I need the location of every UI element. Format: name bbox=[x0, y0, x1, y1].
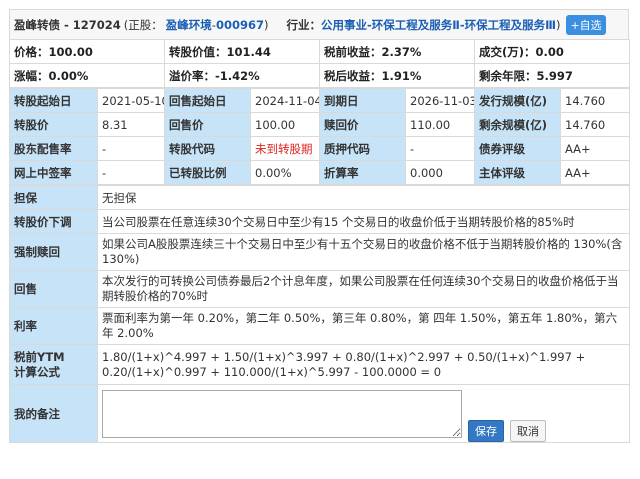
info-value: AA+ bbox=[560, 136, 630, 161]
memo-cell: 保存 取消 bbox=[97, 384, 630, 443]
memo-row: 我的备注 保存 取消 bbox=[9, 384, 630, 443]
cancel-button[interactable]: 取消 bbox=[510, 419, 546, 442]
info-label: 剩余规模(亿) bbox=[474, 112, 561, 137]
industry-suffix: ) bbox=[555, 17, 561, 32]
info-label: 质押代码 bbox=[319, 136, 406, 161]
info-label: 发行规模(亿) bbox=[474, 88, 561, 113]
putback-value: 本次发行的可转换公司债券最后2个计息年度，如果公司股票在任何连续30个交易日的收… bbox=[97, 270, 630, 308]
info-value: 2026-11-03 bbox=[405, 88, 475, 113]
info-label: 转股价 bbox=[9, 112, 98, 137]
guarantee-value: 无担保 bbox=[97, 185, 630, 210]
ytm-label-line2: 计算公式 bbox=[14, 364, 60, 379]
info-row: 转股价 8.31 回售价 100.00 赎回价 110.00 剩余规模(亿) 1… bbox=[9, 112, 630, 137]
rate-row: 利率 票面利率为第一年 0.20%，第二年 0.50%，第三年 0.80%，第 … bbox=[9, 307, 630, 345]
redeem-label: 强制赎回 bbox=[9, 233, 98, 271]
info-label: 转股代码 bbox=[164, 136, 251, 161]
add-watchlist-button[interactable]: +自选 bbox=[566, 14, 606, 35]
quote-row: 涨幅：0.00% 溢价率：-1.42% 税后收益：1.91% 剩余年限：5.99… bbox=[9, 63, 630, 88]
info-label: 已转股比例 bbox=[164, 160, 251, 185]
memo-label: 我的备注 bbox=[9, 384, 98, 443]
save-button[interactable]: 保存 bbox=[468, 419, 504, 442]
quote-table: 价格：100.00 转股价值：101.44 税前收益：2.37% 成交(万)：0… bbox=[9, 39, 630, 88]
memo-controls: 保存 取消 bbox=[102, 386, 625, 442]
putback-row: 回售 本次发行的可转换公司债券最后2个计息年度，如果公司股票在任何连续30个交易… bbox=[9, 270, 630, 308]
info-value: 100.00 bbox=[250, 112, 320, 137]
info-label: 转股起始日 bbox=[9, 88, 98, 113]
quote-row: 价格：100.00 转股价值：101.44 税前收益：2.37% 成交(万)：0… bbox=[9, 39, 630, 64]
rate-value: 票面利率为第一年 0.20%，第二年 0.50%，第三年 0.80%，第 四年 … bbox=[97, 307, 630, 345]
guarantee-label: 担保 bbox=[9, 185, 98, 210]
info-label: 回售起始日 bbox=[164, 88, 251, 113]
info-value: 110.00 bbox=[405, 112, 475, 137]
info-value: - bbox=[97, 136, 165, 161]
info-label: 到期日 bbox=[319, 88, 406, 113]
info-label: 主体评级 bbox=[474, 160, 561, 185]
guarantee-row: 担保 无担保 bbox=[9, 185, 630, 210]
price-down-value: 当公司股票在任意连续30个交易日中至少有15 个交易日的收盘价低于当期转股价格的… bbox=[97, 209, 630, 234]
info-value: 2021-05-10 bbox=[97, 88, 165, 113]
info-value: AA+ bbox=[560, 160, 630, 185]
aftertax-yield-cell: 税后收益：1.91% bbox=[319, 63, 475, 88]
info-label: 赎回价 bbox=[319, 112, 406, 137]
stock-prefix: (正股： bbox=[123, 17, 163, 32]
info-value: 0.00% bbox=[250, 160, 320, 185]
memo-textarea[interactable] bbox=[102, 389, 462, 438]
info-table: 转股起始日 2021-05-10 回售起始日 2024-11-04 到期日 20… bbox=[9, 88, 630, 185]
info-row: 转股起始日 2021-05-10 回售起始日 2024-11-04 到期日 20… bbox=[9, 88, 630, 113]
rate-label: 利率 bbox=[9, 307, 98, 345]
ytm-formula: 1.80/(1+x)^4.997 + 1.50/(1+x)^3.997 + 0.… bbox=[97, 344, 630, 385]
industry-label: 行业： bbox=[286, 17, 321, 32]
pretax-yield-cell: 税前收益：2.37% bbox=[319, 39, 475, 64]
ytm-row: 税前YTM 计算公式 1.80/(1+x)^4.997 + 1.50/(1+x)… bbox=[9, 344, 630, 385]
change-cell: 涨幅：0.00% bbox=[9, 63, 165, 88]
conversion-code-status: 未到转股期 bbox=[250, 136, 320, 161]
info-value: - bbox=[97, 160, 165, 185]
price-down-label: 转股价下调 bbox=[9, 209, 98, 234]
info-label: 股东配售率 bbox=[9, 136, 98, 161]
remaining-years-cell: 剩余年限：5.997 bbox=[474, 63, 630, 88]
putback-label: 回售 bbox=[9, 270, 98, 308]
conversion-value-cell: 转股价值：101.44 bbox=[164, 39, 320, 64]
info-value: 14.760 bbox=[560, 112, 630, 137]
info-value: - bbox=[405, 136, 475, 161]
info-value: 14.760 bbox=[560, 88, 630, 113]
bond-detail-panel: 盈峰转债 - 127024 (正股： 盈峰环境 - 000967 ) 行业： 公… bbox=[9, 9, 630, 443]
industry-link[interactable]: 公用事业-环保工程及服务Ⅱ-环保工程及服务Ⅲ bbox=[321, 17, 556, 33]
info-label: 折算率 bbox=[319, 160, 406, 185]
terms-table: 担保 无担保 转股价下调 当公司股票在任意连续30个交易日中至少有15 个交易日… bbox=[9, 185, 630, 443]
stock-suffix: ) bbox=[263, 17, 269, 32]
info-row: 网上中签率 - 已转股比例 0.00% 折算率 0.000 主体评级 AA+ bbox=[9, 160, 630, 185]
info-value: 0.000 bbox=[405, 160, 475, 185]
info-label: 债券评级 bbox=[474, 136, 561, 161]
info-row: 股东配售率 - 转股代码 未到转股期 质押代码 - 债券评级 AA+ bbox=[9, 136, 630, 161]
stock-code-link[interactable]: 000967 bbox=[216, 18, 264, 32]
bond-name: 盈峰转债 - 127024 bbox=[14, 17, 121, 32]
redeem-value: 如果公司A股股票连续三十个交易日中至少有十五个交易日的收盘价格不低于当期转股价格… bbox=[97, 233, 630, 271]
ytm-label-line1: 税前YTM bbox=[14, 349, 65, 364]
bond-header: 盈峰转债 - 127024 (正股： 盈峰环境 - 000967 ) 行业： 公… bbox=[9, 9, 629, 39]
premium-cell: 溢价率：-1.42% bbox=[164, 63, 320, 88]
price-cell: 价格：100.00 bbox=[9, 39, 165, 64]
info-label: 网上中签率 bbox=[9, 160, 98, 185]
ytm-label: 税前YTM 计算公式 bbox=[9, 344, 98, 385]
stock-name-link[interactable]: 盈峰环境 bbox=[166, 17, 212, 33]
info-label: 回售价 bbox=[164, 112, 251, 137]
redeem-row: 强制赎回 如果公司A股股票连续三十个交易日中至少有十五个交易日的收盘价格不低于当… bbox=[9, 233, 630, 271]
info-value: 2024-11-04 bbox=[250, 88, 320, 113]
price-down-row: 转股价下调 当公司股票在任意连续30个交易日中至少有15 个交易日的收盘价低于当… bbox=[9, 209, 630, 234]
info-value: 8.31 bbox=[97, 112, 165, 137]
volume-cell: 成交(万)：0.00 bbox=[474, 39, 630, 64]
